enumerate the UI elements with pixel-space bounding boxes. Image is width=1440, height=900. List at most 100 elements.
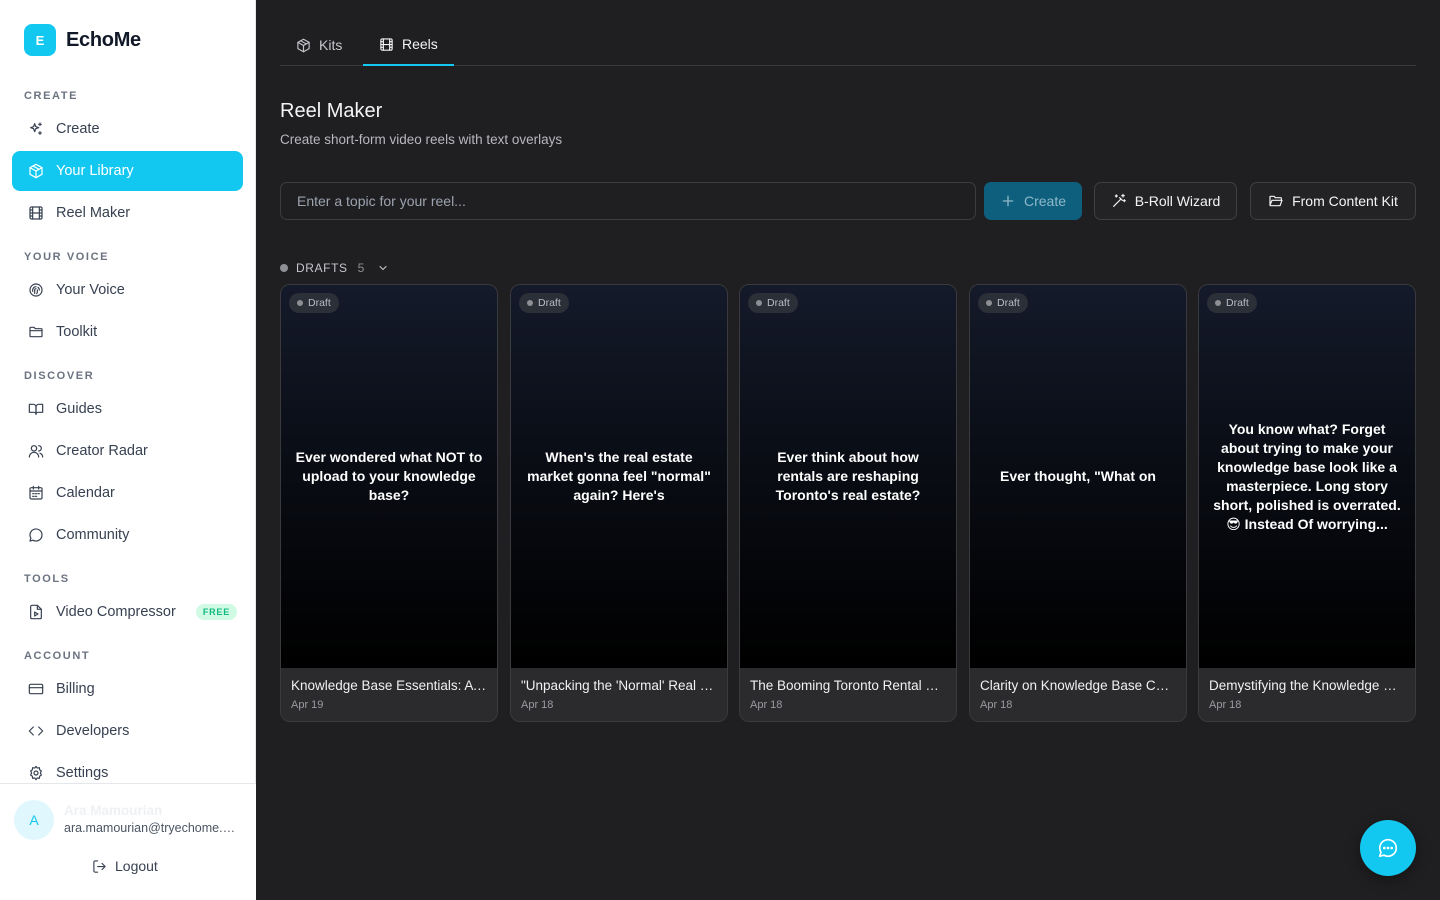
reel-card[interactable]: Ever wondered what NOT to upload to your… (280, 284, 498, 722)
sidebar-nav[interactable]: CREATE Create Your Library Reel Maker YO… (0, 76, 256, 783)
sidebar-item-settings[interactable]: Settings (12, 753, 243, 783)
reel-overlay-text: Ever think about how rentals are reshapi… (775, 449, 921, 503)
from-content-kit-label: From Content Kit (1292, 193, 1398, 209)
reel-date: Apr 18 (521, 699, 554, 711)
reel-overlay-text: Ever thought, "What on (1000, 468, 1156, 484)
avatar[interactable]: A (14, 800, 54, 840)
user-area: A Ara Mamourian ara.mamourian@tryechome.… (0, 783, 256, 900)
reel-card[interactable]: Ever thought, "What on Draft Clarity on … (969, 284, 1187, 722)
sidebar-item-label: Your Voice (56, 282, 125, 298)
sidebar-item-reel-maker[interactable]: Reel Maker (12, 193, 243, 233)
tab-kits[interactable]: Kits (280, 24, 358, 66)
section-label-account: ACCOUNT (24, 650, 91, 662)
sidebar-item-label: Create (56, 121, 100, 137)
main-content: Kits Reels Reel Maker Create short-form … (256, 0, 1440, 900)
sidebar-item-developers[interactable]: Developers (12, 711, 243, 751)
sidebar-item-label: Toolkit (56, 324, 98, 340)
reel-overlay-text: Ever wondered what NOT to upload to your… (295, 449, 483, 503)
free-badge: FREE (195, 604, 238, 620)
sidebar-item-label: Community (56, 527, 130, 543)
topic-input[interactable] (280, 182, 976, 220)
reel-overlay-text: You know what? Forget about trying to ma… (1213, 420, 1401, 532)
brand[interactable]: E EchoMe (24, 24, 141, 56)
sidebar: E EchoMe CREATE Create Your Library Reel… (0, 0, 256, 900)
reel-preview: Ever wondered what NOT to upload to your… (281, 285, 497, 668)
section-label-tools: TOOLS (24, 573, 70, 585)
chat-support-button[interactable] (1360, 820, 1416, 876)
section-label-your-voice: YOUR VOICE (24, 251, 110, 263)
drafts-dot (280, 264, 288, 272)
sidebar-item-label: Billing (56, 681, 95, 697)
sidebar-item-guides[interactable]: Guides (12, 389, 243, 429)
sidebar-item-label: Video Compressor (56, 604, 176, 620)
page-subtitle: Create short-form video reels with text … (280, 132, 563, 147)
broll-wizard-button[interactable]: B-Roll Wizard (1094, 182, 1237, 220)
create-button[interactable]: Create (984, 182, 1082, 220)
sidebar-item-label: Reel Maker (56, 205, 131, 221)
create-button-label: Create (1023, 193, 1067, 209)
reel-card[interactable]: You know what? Forget about trying to ma… (1198, 284, 1416, 722)
chat-bubble-icon (29, 528, 43, 542)
logout-icon (93, 859, 106, 873)
users-icon (28, 445, 44, 458)
sidebar-item-create[interactable]: Create (12, 109, 243, 149)
reel-card-footer: Clarity on Knowledge Base Content Apr 18 (970, 668, 1186, 721)
film-icon (380, 37, 393, 51)
draft-badge: Draft (1207, 293, 1257, 313)
magic-wand-icon (1112, 193, 1126, 207)
drafts-label: DRAFTS (296, 261, 348, 275)
sidebar-item-billing[interactable]: Billing (12, 669, 243, 709)
reel-preview: Ever think about how rentals are reshapi… (740, 285, 956, 668)
reel-card[interactable]: Ever think about how rentals are reshapi… (739, 284, 957, 722)
draft-badge-label: Draft (538, 297, 561, 309)
sidebar-item-calendar[interactable]: Calendar (12, 473, 243, 513)
chat-bubble-icon (1378, 838, 1398, 858)
tab-reels[interactable]: Reels (363, 24, 454, 66)
reel-preview: You know what? Forget about trying to ma… (1199, 285, 1415, 668)
sidebar-item-label: Calendar (56, 485, 115, 501)
calendar-icon (29, 485, 43, 500)
draft-badge-label: Draft (997, 297, 1020, 309)
sidebar-item-community[interactable]: Community (12, 515, 243, 555)
logout-button[interactable]: Logout (92, 858, 158, 874)
sparkles-icon (30, 122, 42, 135)
reel-date: Apr 19 (291, 699, 324, 711)
sidebar-item-your-library[interactable]: Your Library (12, 151, 243, 191)
sidebar-item-video-compressor[interactable]: Video Compressor FREE (12, 592, 243, 632)
sidebar-item-creator-radar[interactable]: Creator Radar (12, 431, 243, 471)
draft-badge-label: Draft (767, 297, 790, 309)
reel-card[interactable]: When's the real estate market gonna feel… (510, 284, 728, 722)
reel-title: Demystifying the Knowledge Base (1209, 678, 1405, 693)
reel-card-footer: Knowledge Base Essentials: A Guide Apr 1… (281, 668, 497, 721)
sidebar-item-your-voice[interactable]: Your Voice (12, 270, 243, 310)
from-content-kit-button[interactable]: From Content Kit (1250, 182, 1416, 220)
sidebar-item-label: Creator Radar (56, 443, 148, 459)
reel-date: Apr 18 (980, 699, 1013, 711)
folder-open-icon (1269, 195, 1283, 207)
reel-card-footer: The Booming Toronto Rental Market Apr 18 (740, 668, 956, 721)
reel-preview: When's the real estate market gonna feel… (511, 285, 727, 668)
draft-badge: Draft (748, 293, 798, 313)
credit-card-icon (28, 683, 44, 695)
page-title: Reel Maker (280, 100, 383, 122)
user-email: ara.mamourian@tryechome.com (64, 821, 240, 835)
drafts-count: 5 (357, 261, 365, 275)
sidebar-item-toolkit[interactable]: Toolkit (12, 312, 243, 352)
reel-date: Apr 18 (750, 699, 783, 711)
reel-title: "Unpacking the 'Normal' Real Estate Mark… (521, 678, 717, 693)
drafts-grid: Ever wondered what NOT to upload to your… (280, 284, 1416, 722)
tab-label: Kits (319, 37, 343, 53)
reel-title: Clarity on Knowledge Base Content (980, 678, 1176, 693)
reel-overlay-text: When's the real estate market gonna feel… (527, 449, 711, 503)
sidebar-item-label: Your Library (56, 163, 134, 179)
drafts-section-toggle[interactable]: DRAFTS 5 (280, 259, 389, 277)
sidebar-item-label: Settings (56, 765, 109, 781)
user-name: Ara Mamourian (64, 803, 163, 818)
box-icon (297, 38, 310, 52)
film-icon (29, 206, 43, 220)
reel-preview: Ever thought, "What on (970, 285, 1186, 668)
reel-date: Apr 18 (1209, 699, 1242, 711)
section-label-create: CREATE (24, 90, 79, 102)
plus-icon (1002, 195, 1014, 207)
reel-title: Knowledge Base Essentials: A Guide (291, 678, 487, 693)
